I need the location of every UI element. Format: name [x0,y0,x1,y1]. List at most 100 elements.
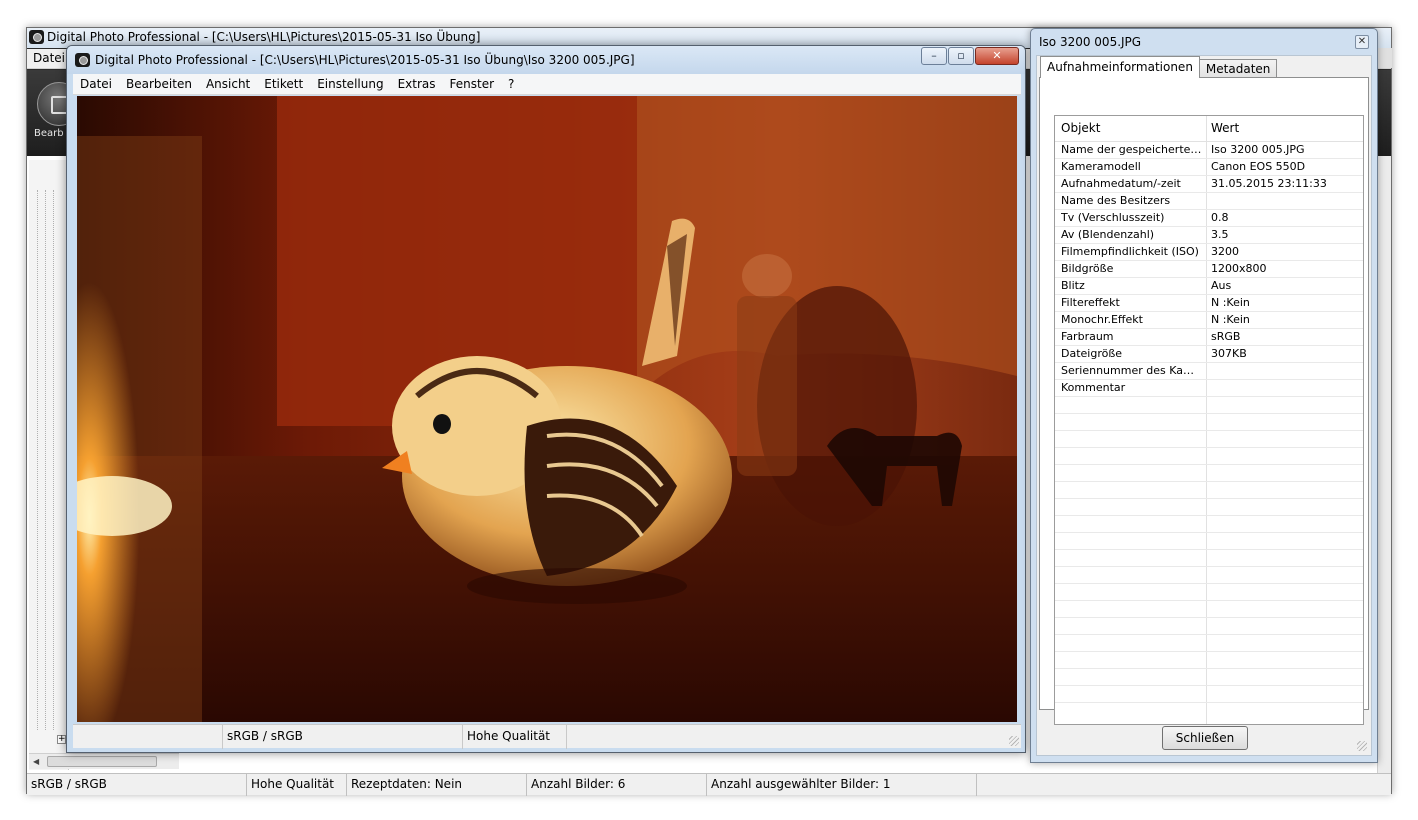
tab-strip: Aufnahmeinformationen Metadaten [1040,56,1278,78]
viewer-window-title: Digital Photo Professional - [C:\Users\H… [95,53,635,67]
minimize-icon[interactable]: – [921,47,947,65]
row-value: sRGB [1211,330,1241,343]
table-header: Objekt Wert [1055,116,1363,142]
viewer-status-bar: sRGB / sRGB Hohe Qualität [73,724,1021,749]
tree-line [45,190,46,730]
main-menu-datei[interactable]: Datei [33,51,65,65]
empty-table-row [1055,533,1363,550]
viewer-menubar: Datei Bearbeiten Ansicht Etikett Einstel… [73,74,1021,95]
empty-table-row [1055,499,1363,516]
tab-aufnahmeinformationen[interactable]: Aufnahmeinformationen [1040,56,1200,78]
resize-grip-icon[interactable] [1357,741,1367,751]
empty-table-row [1055,448,1363,465]
tab-panel: Objekt Wert Name der gespeicherten D... I… [1039,77,1369,725]
row-value: 31.05.2015 23:11:33 [1211,177,1327,190]
empty-table-row [1055,686,1363,703]
table-row[interactable]: Farbraum sRGB [1055,329,1363,346]
empty-table-row [1055,414,1363,431]
dialog-close-icon[interactable]: ✕ [1355,35,1369,49]
main-status-bar: sRGB / sRGB Hohe Qualität Rezeptdaten: N… [27,773,1391,796]
viewer-status-empty [73,725,223,749]
photo-image [77,96,1017,722]
photo-canvas[interactable] [77,96,1017,722]
resize-grip-icon[interactable] [1009,736,1019,746]
row-key: Kameramodell [1061,160,1141,173]
menu-extras[interactable]: Extras [391,74,443,94]
row-value: Aus [1211,279,1232,292]
menu-etikett[interactable]: Etikett [257,74,310,94]
table-row[interactable]: Seriennummer des Kamera... [1055,363,1363,380]
table-row[interactable]: Monochr.Effekt N :Kein [1055,312,1363,329]
table-row[interactable]: Kameramodell Canon EOS 550D [1055,159,1363,176]
menu-fenster[interactable]: Fenster [443,74,502,94]
menu-einstellung[interactable]: Einstellung [310,74,390,94]
column-header-objekt[interactable]: Objekt [1061,116,1204,141]
app-camera-icon [75,53,90,67]
empty-table-row [1055,550,1363,567]
table-row[interactable]: Tv (Verschlusszeit) 0.8 [1055,210,1363,227]
menu-bearbeiten[interactable]: Bearbeiten [119,74,199,94]
viewer-status-quality: Hohe Qualität [463,725,567,749]
info-table: Objekt Wert Name der gespeicherten D... I… [1054,115,1364,725]
row-key: Kommentar [1061,381,1126,394]
row-key: Monochr.Effekt [1061,313,1143,326]
row-key: Name der gespeicherten D... [1061,143,1204,156]
empty-table-row [1055,669,1363,686]
row-key: Av (Blendenzahl) [1061,228,1155,241]
table-body: Name der gespeicherten D... Iso 3200 005.… [1055,142,1363,703]
row-key: Name des Besitzers [1061,194,1171,207]
row-value: 1200x800 [1211,262,1267,275]
vertical-scrollbar[interactable] [1377,156,1391,773]
folder-tree-panel: + [29,160,69,770]
tab-metadaten[interactable]: Metadaten [1198,59,1278,78]
horizontal-scrollbar[interactable]: ◀ [29,753,179,769]
menu-help[interactable]: ? [501,74,521,94]
empty-table-row [1055,516,1363,533]
tree-line [37,190,38,730]
row-key: Aufnahmedatum/-zeit [1061,177,1181,190]
dialog-title: Iso 3200 005.JPG [1039,35,1142,49]
dialog-title-bar: Iso 3200 005.JPG ✕ [1031,29,1377,55]
tree-expand-icon[interactable]: + [57,735,66,744]
schliessen-button[interactable]: Schließen [1162,726,1248,750]
window-controls: – ▫ ✕ [920,47,1019,67]
table-row[interactable]: Aufnahmedatum/-zeit 31.05.2015 23:11:33 [1055,176,1363,193]
row-key: Seriennummer des Kamera... [1061,364,1204,377]
row-key: Farbraum [1061,330,1114,343]
table-row[interactable]: Kommentar [1055,380,1363,397]
menu-ansicht[interactable]: Ansicht [199,74,257,94]
close-icon[interactable]: ✕ [975,47,1019,65]
table-row[interactable]: Filmempfindlichkeit (ISO) 3200 [1055,244,1363,261]
column-header-wert[interactable]: Wert [1211,116,1361,141]
scroll-left-icon[interactable]: ◀ [33,757,39,766]
table-row[interactable]: Bildgröße 1200x800 [1055,261,1363,278]
row-value: 307KB [1211,347,1247,360]
image-viewer-window: Digital Photo Professional - [C:\Users\H… [66,45,1026,753]
table-row[interactable]: Filtereffekt N :Kein [1055,295,1363,312]
empty-table-row [1055,652,1363,669]
table-row[interactable]: Name des Besitzers [1055,193,1363,210]
row-value: 3200 [1211,245,1239,258]
table-row[interactable]: Av (Blendenzahl) 3.5 [1055,227,1363,244]
table-row[interactable]: Name der gespeicherten D... Iso 3200 005.… [1055,142,1363,159]
empty-table-row [1055,584,1363,601]
row-value: Canon EOS 550D [1211,160,1306,173]
empty-table-row [1055,431,1363,448]
status-recipe: Rezeptdaten: Nein [347,774,527,796]
table-row[interactable]: Blitz Aus [1055,278,1363,295]
row-value: 3.5 [1211,228,1229,241]
empty-table-row [1055,601,1363,618]
menu-datei[interactable]: Datei [73,74,119,94]
viewer-title-bar: Digital Photo Professional - [C:\Users\H… [67,46,1025,74]
maximize-icon[interactable]: ▫ [948,47,974,65]
scroll-thumb[interactable] [47,756,157,767]
row-key: Filmempfindlichkeit (ISO) [1061,245,1199,258]
empty-table-row [1055,482,1363,499]
row-key: Filtereffekt [1061,296,1120,309]
main-window-edge [1378,48,1392,68]
status-image-count: Anzahl Bilder: 6 [527,774,707,796]
status-color-space: sRGB / sRGB [27,774,247,796]
row-key: Dateigröße [1061,347,1123,360]
table-row[interactable]: Dateigröße 307KB [1055,346,1363,363]
row-value: N :Kein [1211,296,1250,309]
